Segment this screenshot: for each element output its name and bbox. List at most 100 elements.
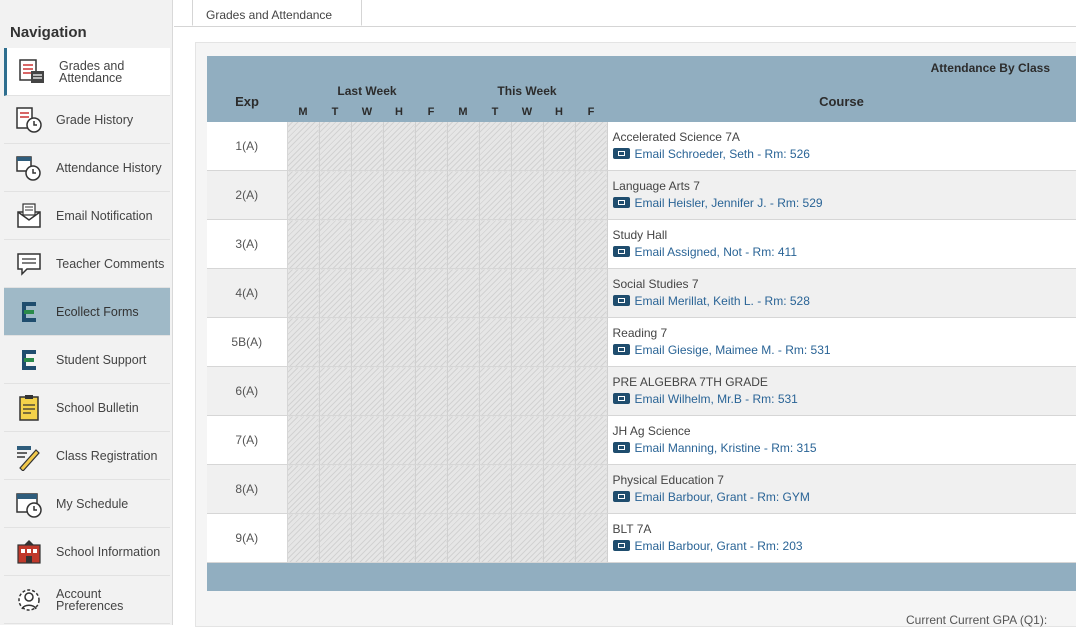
sidebar-item-ecollect-forms[interactable]: Ecollect Forms — [4, 288, 170, 336]
attendance-day-cell — [479, 122, 511, 171]
attendance-day-cell — [479, 220, 511, 269]
schedule-icon — [14, 489, 44, 519]
sidebar-item-label: Account Preferences — [56, 588, 166, 612]
course-name: Reading 7 — [613, 326, 1076, 341]
course-name: Language Arts 7 — [613, 179, 1076, 194]
attendance-day-cell — [543, 122, 575, 171]
teacher-email-link[interactable]: Email Merillat, Keith L. - Rm: 528 — [613, 292, 1076, 310]
attendance-day-cell — [319, 367, 351, 416]
sidebar-item-email-notification[interactable]: Email Notification — [4, 192, 170, 240]
teacher-email-link[interactable]: Email Barbour, Grant - Rm: 203 — [613, 537, 1076, 555]
attendance-day-cell — [543, 318, 575, 367]
attendance-day-cell — [447, 269, 479, 318]
sidebar-item-account-preferences[interactable]: Account Preferences — [4, 576, 170, 624]
attendance-day-cell — [575, 367, 607, 416]
attendance-day-cell — [319, 318, 351, 367]
attendance-day-cell — [351, 465, 383, 514]
attendance-day-cell — [511, 318, 543, 367]
attendance-day-cell — [479, 465, 511, 514]
attendance-day-cell — [319, 514, 351, 563]
attendance-day-cell — [415, 269, 447, 318]
attendance-day-cell — [575, 269, 607, 318]
attendance-day-cell — [479, 367, 511, 416]
table-row: 3(A)Study HallEmail Assigned, Not - Rm: … — [207, 220, 1076, 269]
exp-cell: 7(A) — [207, 416, 287, 465]
table-footer-bar — [207, 563, 1076, 592]
exp-cell: 8(A) — [207, 465, 287, 514]
school-icon — [14, 537, 44, 567]
attendance-day-cell — [447, 318, 479, 367]
attendance-day-cell — [383, 416, 415, 465]
sidebar-item-attendance-history[interactable]: Attendance History — [4, 144, 170, 192]
attendance-day-cell — [415, 367, 447, 416]
course-cell: Social Studies 7Email Merillat, Keith L.… — [607, 269, 1076, 318]
attendance-day-cell — [319, 269, 351, 318]
tab-grades-and-attendance[interactable]: Grades and Attendance — [192, 0, 362, 26]
teacher-email-link[interactable]: Email Giesige, Maimee M. - Rm: 531 — [613, 341, 1076, 359]
attendance-day-cell — [351, 416, 383, 465]
attendance-day-cell — [351, 269, 383, 318]
comments-icon — [14, 249, 44, 279]
attendance-day-cell — [543, 269, 575, 318]
teacher-email-text: Email Barbour, Grant - Rm: 203 — [635, 539, 803, 553]
attendance-day-cell — [447, 465, 479, 514]
email-icon — [613, 393, 630, 404]
attendance-day-cell — [543, 367, 575, 416]
attendance-day-cell — [479, 514, 511, 563]
day-header: T — [479, 102, 511, 122]
teacher-email-link[interactable]: Email Wilhelm, Mr.B - Rm: 531 — [613, 390, 1076, 408]
attendance-history-icon — [14, 153, 44, 183]
attendance-day-cell — [511, 171, 543, 220]
attendance-day-cell — [415, 171, 447, 220]
sidebar-item-grades-and-attendance[interactable]: Grades and Attendance — [4, 48, 170, 96]
grades-icon — [17, 57, 47, 87]
teacher-email-link[interactable]: Email Manning, Kristine - Rm: 315 — [613, 439, 1076, 457]
sidebar-item-label: My Schedule — [56, 498, 166, 510]
navigation-title: Navigation — [10, 24, 87, 41]
attendance-day-cell — [383, 465, 415, 514]
sidebar-item-class-registration[interactable]: Class Registration — [4, 432, 170, 480]
table-row: 6(A)PRE ALGEBRA 7TH GRADEEmail Wilhelm, … — [207, 367, 1076, 416]
sidebar-item-student-support[interactable]: Student Support — [4, 336, 170, 384]
attendance-body: 1(A)Accelerated Science 7AEmail Schroede… — [207, 122, 1076, 563]
sidebar-item-label: Student Support — [56, 354, 166, 366]
teacher-email-link[interactable]: Email Heisler, Jennifer J. - Rm: 529 — [613, 194, 1076, 212]
sidebar-item-label: Email Notification — [56, 210, 166, 222]
teacher-email-link[interactable]: Email Barbour, Grant - Rm: GYM — [613, 488, 1076, 506]
attendance-day-cell — [351, 220, 383, 269]
registration-icon — [14, 441, 44, 471]
day-header: M — [287, 102, 319, 122]
day-header: F — [415, 102, 447, 122]
attendance-day-cell — [447, 122, 479, 171]
teacher-email-text: Email Wilhelm, Mr.B - Rm: 531 — [635, 392, 798, 406]
attendance-day-cell — [287, 269, 319, 318]
attendance-day-cell — [319, 220, 351, 269]
sidebar-item-school-bulletin[interactable]: School Bulletin — [4, 384, 170, 432]
attendance-day-cell — [511, 122, 543, 171]
attendance-day-cell — [575, 416, 607, 465]
sidebar-item-my-schedule[interactable]: My Schedule — [4, 480, 170, 528]
teacher-email-text: Email Merillat, Keith L. - Rm: 528 — [635, 294, 810, 308]
teacher-email-link[interactable]: Email Schroeder, Seth - Rm: 526 — [613, 145, 1076, 163]
email-icon — [613, 197, 630, 208]
teacher-email-link[interactable]: Email Assigned, Not - Rm: 411 — [613, 243, 1076, 261]
sidebar-item-school-information[interactable]: School Information — [4, 528, 170, 576]
attendance-day-cell — [511, 465, 543, 514]
course-name: Physical Education 7 — [613, 473, 1076, 488]
attendance-day-cell — [415, 318, 447, 367]
attendance-day-cell — [383, 318, 415, 367]
sidebar-item-label: School Bulletin — [56, 402, 166, 414]
attendance-day-cell — [383, 220, 415, 269]
attendance-day-cell — [383, 514, 415, 563]
account-icon — [14, 585, 44, 615]
table-row: 5B(A)Reading 7Email Giesige, Maimee M. -… — [207, 318, 1076, 367]
sidebar-item-grade-history[interactable]: Grade History — [4, 96, 170, 144]
attendance-day-cell — [479, 416, 511, 465]
course-name: Accelerated Science 7A — [613, 130, 1076, 145]
sidebar-item-teacher-comments[interactable]: Teacher Comments — [4, 240, 170, 288]
day-header: T — [319, 102, 351, 122]
attendance-day-cell — [575, 318, 607, 367]
attendance-day-cell — [415, 465, 447, 514]
this-week-header: This Week — [447, 80, 607, 102]
course-name: PRE ALGEBRA 7TH GRADE — [613, 375, 1076, 390]
